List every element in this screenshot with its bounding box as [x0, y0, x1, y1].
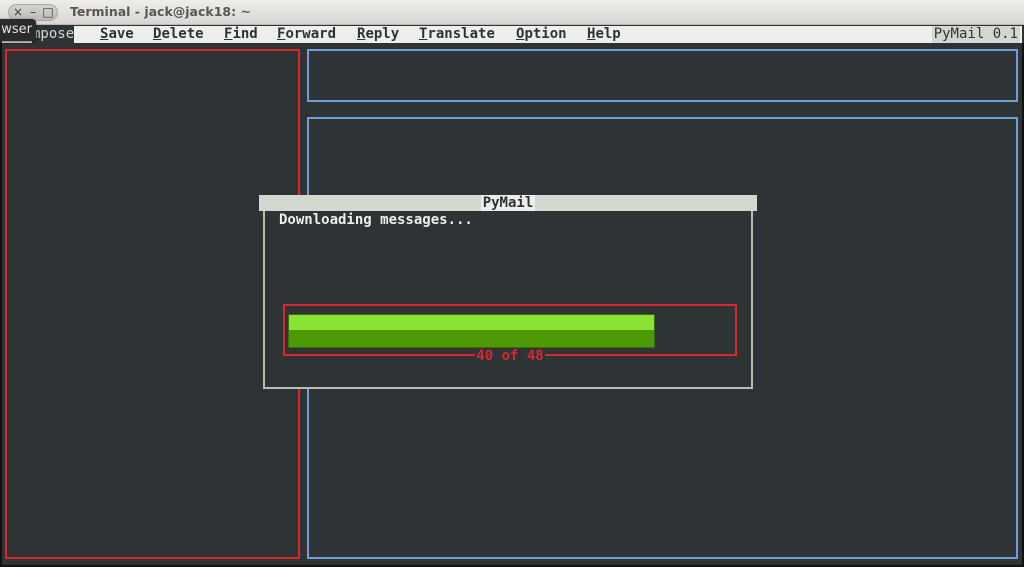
folder-list-panel[interactable]	[5, 49, 300, 559]
menu-delete[interactable]: Delete	[153, 26, 204, 43]
menu-option-label: ption	[524, 26, 567, 42]
progress-bar-frame: 40 of 48	[283, 304, 737, 364]
menu-forward-label: orward	[285, 26, 337, 42]
dialog-title: PyMail	[480, 195, 536, 211]
menubar: mpose Save Delete Find Forward Reply Tra…	[2, 26, 1022, 43]
menu-translate[interactable]: Translate	[419, 26, 495, 43]
menu-help-label: elp	[595, 26, 621, 42]
dialog-message: Downloading messages...	[279, 212, 473, 228]
close-icon[interactable]: ×	[10, 5, 26, 20]
menu-option[interactable]: Option	[516, 26, 567, 43]
window-border-left	[0, 43, 2, 567]
menu-save-label: ave	[108, 26, 134, 42]
menu-find[interactable]: Find	[224, 26, 258, 43]
menu-reply-label: eply	[365, 26, 400, 42]
menu-forward[interactable]: Forward	[277, 26, 336, 43]
menu-compose[interactable]: mpose	[32, 26, 75, 43]
window-title: Terminal - jack@jack18: ~	[70, 4, 251, 19]
progress-bar-track	[288, 314, 728, 348]
minimize-icon[interactable]: –	[25, 5, 41, 20]
app-version: PyMail 0.1	[931, 26, 1020, 43]
window-titlebar: × – □ Terminal - jack@jack18: ~	[0, 0, 1024, 25]
menu-compose-label: mpose	[32, 26, 75, 42]
progress-label: 40 of 48	[475, 348, 545, 364]
menu-translate-label: ranslate	[427, 26, 495, 42]
progress-dialog: PyMail Downloading messages... 40 of 48	[259, 195, 757, 390]
maximize-icon[interactable]: □	[40, 5, 56, 20]
progress-bar-fill	[288, 314, 655, 348]
menu-delete-label: elete	[161, 26, 204, 42]
menu-save[interactable]: Save	[100, 26, 134, 43]
dialog-body: Downloading messages... 40 of 48	[263, 211, 753, 389]
menu-find-label: ind	[232, 26, 258, 42]
dialog-titlebar: PyMail	[259, 195, 757, 211]
tooltip: wser	[0, 19, 36, 41]
menu-reply[interactable]: Reply	[357, 26, 399, 43]
menu-help[interactable]: Help	[587, 26, 621, 43]
message-header-panel[interactable]	[307, 49, 1018, 102]
